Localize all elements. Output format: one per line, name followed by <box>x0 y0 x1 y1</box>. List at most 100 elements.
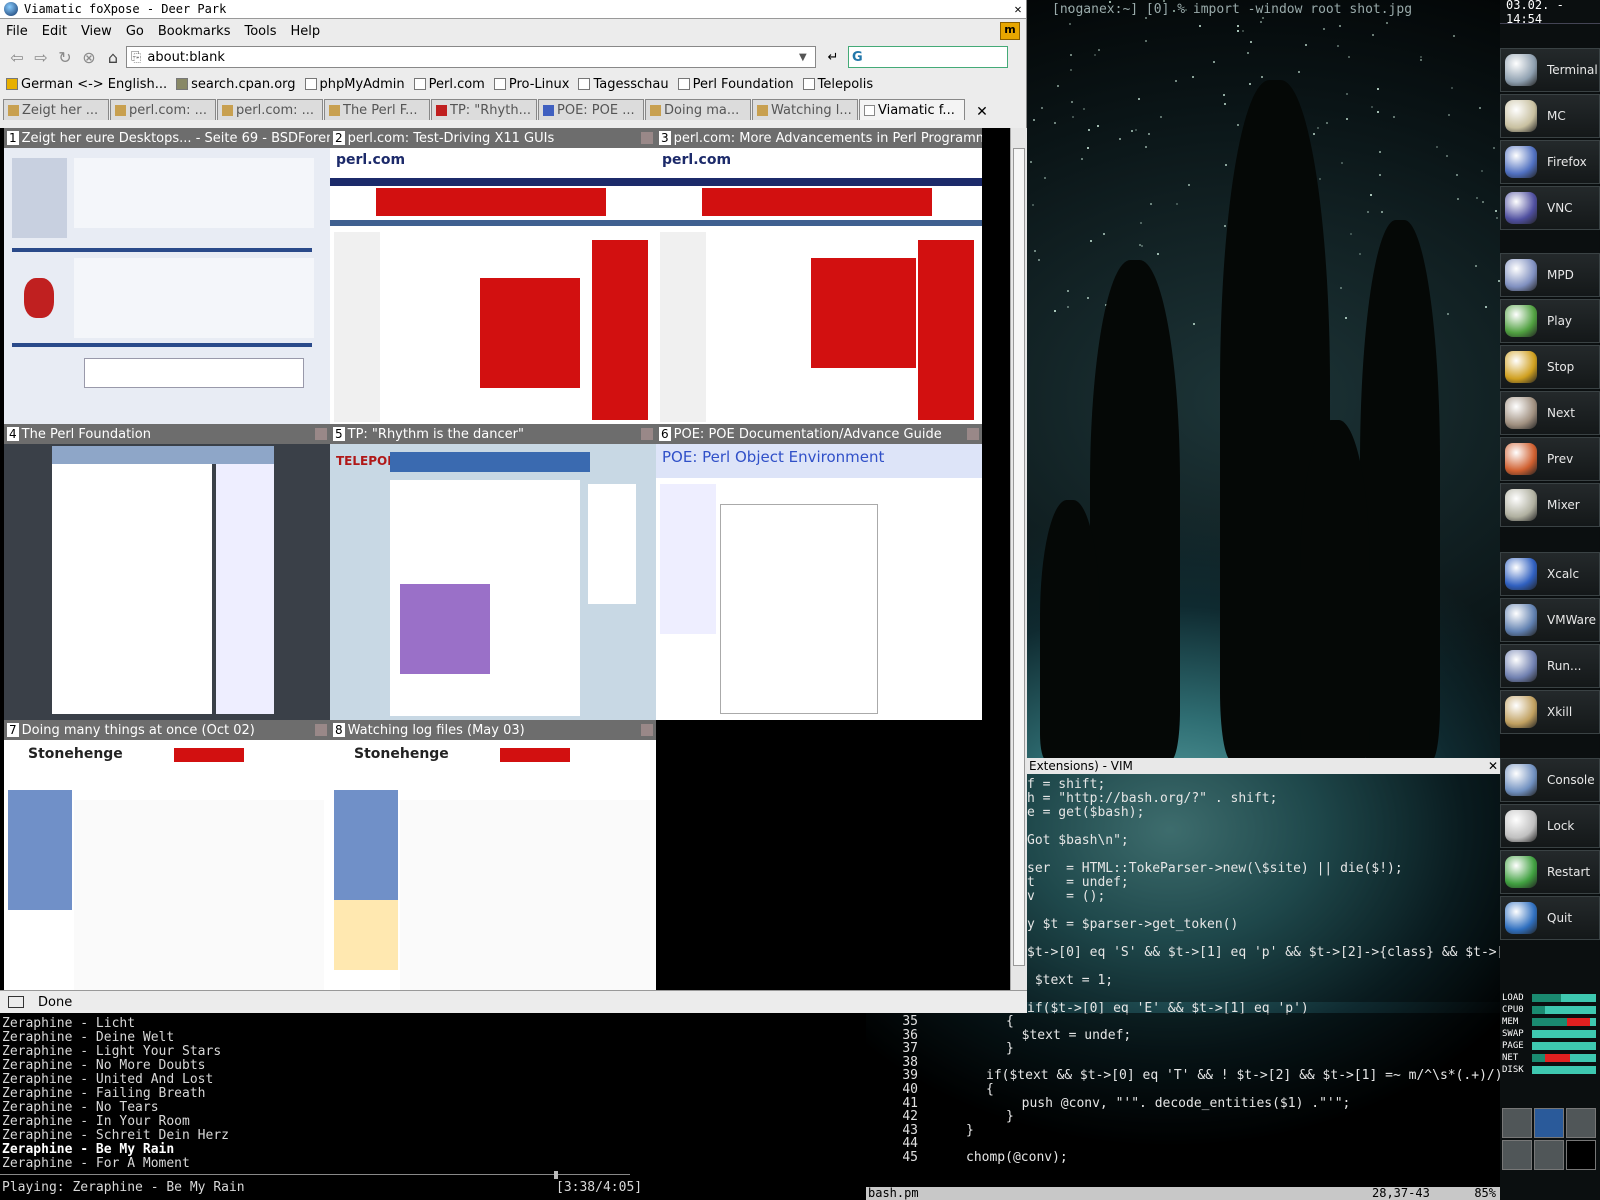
playlist-item[interactable]: Zeraphine - Licht <box>2 1017 864 1031</box>
playlist-item[interactable]: Zeraphine - Be My Rain <box>2 1143 864 1157</box>
workspace-1[interactable] <box>1502 1108 1532 1138</box>
close-icon[interactable]: ✕ <box>1488 759 1498 773</box>
close-icon[interactable] <box>967 428 979 440</box>
playlist-item[interactable]: Zeraphine - For A Moment <box>2 1157 864 1171</box>
playlist-item[interactable]: Zeraphine - Deine Welt <box>2 1031 864 1045</box>
mpd-playlist[interactable]: Zeraphine - Licht Zeraphine - Deine Welt Z… <box>0 1013 866 1200</box>
xcalc-button[interactable]: Xcalc <box>1500 552 1600 596</box>
vmware-button[interactable]: VMWare <box>1500 598 1600 642</box>
playlist-item[interactable]: Zeraphine - Failing Breath <box>2 1087 864 1101</box>
firefox-button[interactable]: Firefox <box>1500 140 1600 184</box>
bookmark-item[interactable]: German <-> English... <box>6 77 167 92</box>
playlist-item[interactable]: Zeraphine - United And Lost <box>2 1073 864 1087</box>
url-bar[interactable]: ⎘ about:blank ▼ <box>126 46 816 68</box>
chevron-down-icon[interactable]: ▼ <box>799 52 815 63</box>
console-button[interactable]: Console <box>1500 758 1600 802</box>
close-icon[interactable] <box>641 132 653 144</box>
workspace-pager[interactable] <box>1500 1106 1600 1170</box>
vim-buffer-bottom[interactable]: 35{36 $text = undef; 37} 38 39 if($text && $… <box>866 1013 1503 1187</box>
workspace-2[interactable] <box>1534 1108 1564 1138</box>
bookmark-item[interactable]: phpMyAdmin <box>304 77 405 92</box>
playlist-item[interactable]: Zeraphine - In Your Room <box>2 1115 864 1129</box>
bookmark-item[interactable]: Telepolis <box>802 77 873 92</box>
xkill-button[interactable]: Xkill <box>1500 690 1600 734</box>
mpd-button[interactable]: MPD <box>1500 253 1600 297</box>
status-icon[interactable] <box>8 996 24 1008</box>
extension-icon[interactable]: m <box>1000 22 1020 40</box>
tab-7[interactable]: Doing ma... <box>645 99 751 120</box>
run-button[interactable]: Run... <box>1500 644 1600 688</box>
stop-icon[interactable]: ⊗ <box>78 46 100 68</box>
bookmark-item[interactable]: Tagesschau <box>578 77 669 92</box>
tab-2[interactable]: perl.com: ... <box>110 99 216 120</box>
close-icon[interactable]: ✕ <box>1010 2 1026 16</box>
quit-button[interactable]: Quit <box>1500 896 1600 940</box>
next-button[interactable]: Next <box>1500 391 1600 435</box>
tab-8[interactable]: Watching l... <box>752 99 858 120</box>
stop-button[interactable]: Stop <box>1500 345 1600 389</box>
tab-1[interactable]: Zeigt her ... <box>3 99 109 120</box>
thumbnail-5[interactable]: 5 TP: "Rhythm is the dancer" TELEPOLIS <box>330 424 656 720</box>
bookmark-item[interactable]: Perl.com <box>413 77 485 92</box>
mixer-button[interactable]: Mixer <box>1500 483 1600 527</box>
menu-view[interactable]: View <box>81 24 112 39</box>
close-icon[interactable] <box>641 428 653 440</box>
mc-button[interactable]: MC <box>1500 94 1600 138</box>
restart-button[interactable]: Restart <box>1500 850 1600 894</box>
close-tab-icon[interactable]: ✕ <box>970 104 994 120</box>
thumbnail-8[interactable]: 8 Watching log files (May 03) Stonehenge <box>330 720 656 1016</box>
vertical-scrollbar[interactable] <box>1010 128 1027 990</box>
tab-6[interactable]: POE: POE ... <box>538 99 644 120</box>
menu-tools[interactable]: Tools <box>244 24 276 39</box>
tab-9[interactable]: Viamatic f... <box>859 99 965 120</box>
menu-edit[interactable]: Edit <box>42 24 67 39</box>
browser-titlebar[interactable]: Viamatic foXpose - Deer Park ✕ <box>0 0 1026 19</box>
back-icon[interactable]: ⇦ <box>6 46 28 68</box>
thumbnail-7[interactable]: 7 Doing many things at once (Oct 02) Ston… <box>4 720 330 1016</box>
workspace-5[interactable] <box>1534 1140 1564 1170</box>
browser-window[interactable]: Viamatic foXpose - Deer Park ✕ File Edit… <box>0 0 1027 1016</box>
search-input[interactable]: G <box>848 46 1008 68</box>
close-icon[interactable] <box>315 724 327 736</box>
menu-bookmarks[interactable]: Bookmarks <box>158 24 231 39</box>
menu-go[interactable]: Go <box>126 24 144 39</box>
workspace-3[interactable] <box>1566 1108 1596 1138</box>
tab-4[interactable]: The Perl F... <box>324 99 430 120</box>
scrollbar-thumb[interactable] <box>1013 148 1025 966</box>
vim-titlebar[interactable]: Extensions) - VIM ✕ <box>1027 758 1502 774</box>
close-icon[interactable] <box>315 428 327 440</box>
playlist-item[interactable]: Zeraphine - No More Doubts <box>2 1059 864 1073</box>
terminal-prompt[interactable]: [noganex:~] [0] % import -window root sh… <box>1048 0 1498 22</box>
forward-icon[interactable]: ⇨ <box>30 46 52 68</box>
playlist-item[interactable]: Zeraphine - Light Your Stars <box>2 1045 864 1059</box>
play-button[interactable]: Play <box>1500 299 1600 343</box>
prev-button[interactable]: Prev <box>1500 437 1600 481</box>
menu-help[interactable]: Help <box>291 24 321 39</box>
tab-3[interactable]: perl.com: ... <box>217 99 323 120</box>
monitor-bar <box>1532 1006 1596 1014</box>
playlist-item[interactable]: Zeraphine - Schreit Dein Herz <box>2 1129 864 1143</box>
vnc-button[interactable]: VNC <box>1500 186 1600 230</box>
thumbnail-1[interactable]: 1 Zeigt her eure Desktops... - Seite 69 -… <box>4 128 330 424</box>
playlist-item[interactable]: Zeraphine - No Tears <box>2 1101 864 1115</box>
close-icon[interactable] <box>641 724 653 736</box>
bookmark-item[interactable]: Pro-Linux <box>493 77 569 92</box>
bookmark-item[interactable]: search.cpan.org <box>176 77 296 92</box>
workspace-6[interactable] <box>1566 1140 1596 1170</box>
thumbnail-6[interactable]: 6 POE: POE Documentation/Advance Guide PO… <box>656 424 982 720</box>
reload-icon[interactable]: ↻ <box>54 46 76 68</box>
terminal-button[interactable]: Terminal <box>1500 48 1600 92</box>
vim-buffer[interactable]: f = shift; h = "http://bash.org/?" . shif… <box>1027 774 1551 1016</box>
workspace-4[interactable] <box>1502 1140 1532 1170</box>
vim-window[interactable]: Extensions) - VIM ✕ f = shift; h = "http:… <box>1027 758 1551 1016</box>
go-icon[interactable]: ↵ <box>822 50 844 65</box>
thumbnail-4[interactable]: 4 The Perl Foundation <box>4 424 330 720</box>
menu-file[interactable]: File <box>6 24 28 39</box>
home-icon[interactable]: ⌂ <box>102 46 124 68</box>
tab-5[interactable]: TP: "Rhyth... <box>431 99 537 120</box>
thumbnail-2[interactable]: 2 perl.com: Test-Driving X11 GUIs perl.co… <box>330 128 656 424</box>
bookmark-item[interactable]: Perl Foundation <box>677 77 794 92</box>
lock-button[interactable]: Lock <box>1500 804 1600 848</box>
thumbnail-3[interactable]: 3 perl.com: More Advancements in Perl Pro… <box>656 128 982 424</box>
window-menu-icon[interactable] <box>4 2 18 16</box>
